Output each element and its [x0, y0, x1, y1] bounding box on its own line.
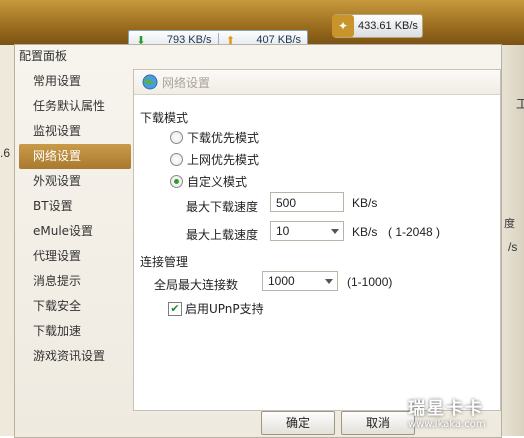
radio-custom[interactable]: 自定义模式	[170, 173, 247, 190]
ok-button[interactable]: 确定	[261, 411, 335, 435]
nav-item-emule[interactable]: eMule设置	[19, 219, 131, 244]
max-upload-range: ( 1-2048 )	[388, 225, 441, 239]
radio-button[interactable]	[170, 131, 183, 144]
radio-label: 自定义模式	[187, 175, 248, 189]
background-text-right-3: /s	[508, 240, 518, 254]
panel-header: 网络设置	[134, 70, 500, 95]
max-download-label: 最大下载速度	[186, 200, 259, 214]
nav-item-general[interactable]: 常用设置	[19, 69, 131, 94]
max-connections-select[interactable]: 1000	[262, 271, 338, 291]
max-upload-value: 10	[276, 224, 290, 238]
watermark-title: 瑞星卡卡	[408, 399, 484, 419]
background-text-left: .6	[0, 146, 11, 160]
radio-label: 下载优先模式	[187, 131, 260, 145]
dialog-title: 配置面板	[19, 49, 68, 63]
total-speed-indicator[interactable]: ✦ 433.61 KB/s	[332, 14, 423, 38]
max-upload-label: 最大上载速度	[186, 228, 259, 242]
nav-item-notifications[interactable]: 消息提示	[19, 269, 131, 294]
nav-item-appearance[interactable]: 外观设置	[19, 169, 131, 194]
radio-button[interactable]	[170, 153, 183, 166]
config-dialog: 配置面板 常用设置 任务默认属性 监视设置 网络设置 外观设置 BT设置 eMu…	[14, 44, 502, 438]
download-mode-title: 下载模式	[140, 111, 189, 125]
watermark-url: www.ikaka.com	[408, 419, 486, 430]
nav-item-proxy[interactable]: 代理设置	[19, 244, 131, 269]
max-upload-select[interactable]: 10	[270, 221, 344, 241]
upnp-option[interactable]: ✔ 启用UPnP支持	[168, 300, 264, 317]
watermark-logo: 瑞星卡卡 www.ikaka.com	[408, 394, 518, 434]
nav-item-game-news[interactable]: 游戏资讯设置	[19, 344, 131, 369]
nav-item-network[interactable]: 网络设置	[19, 144, 131, 169]
panel-title: 网络设置	[162, 75, 211, 90]
app-left-strip	[0, 45, 14, 436]
connection-title: 连接管理	[140, 255, 189, 269]
max-upload-unit: KB/s	[352, 225, 378, 239]
nav-item-monitor[interactable]: 监视设置	[19, 119, 131, 144]
radio-button-selected[interactable]	[170, 175, 183, 188]
chevron-down-icon	[331, 229, 339, 234]
radio-browse-priority[interactable]: 上网优先模式	[170, 151, 259, 168]
settings-nav: 常用设置 任务默认属性 监视设置 网络设置 外观设置 BT设置 eMule设置 …	[19, 69, 131, 369]
radio-label: 上网优先模式	[187, 153, 260, 167]
cancel-button[interactable]: 取消	[341, 411, 415, 435]
max-connections-value: 1000	[268, 274, 295, 288]
max-download-input[interactable]: 500	[270, 192, 344, 212]
upnp-checkbox[interactable]: ✔	[168, 301, 182, 316]
settings-panel: 网络设置 下载模式 下载优先模式 上网优先模式 自定义模式 最大下载速度 500…	[133, 69, 501, 411]
total-speed-value: 433.61 KB/s	[358, 20, 418, 32]
max-download-unit: KB/s	[352, 196, 378, 210]
app-logo-icon: ✦	[332, 15, 354, 37]
radio-download-priority[interactable]: 下载优先模式	[170, 129, 259, 146]
nav-item-bt[interactable]: BT设置	[19, 194, 131, 219]
max-connections-label: 全局最大连接数	[154, 278, 239, 292]
background-text-right-2: 度	[504, 218, 515, 230]
nav-item-download-security[interactable]: 下载安全	[19, 294, 131, 319]
background-text-right-1: 工	[516, 97, 524, 111]
max-connections-range: (1-1000)	[347, 275, 393, 289]
globe-icon	[142, 74, 158, 90]
chevron-down-icon	[325, 279, 333, 284]
upnp-label: 启用UPnP支持	[185, 302, 264, 316]
nav-item-download-acceleration[interactable]: 下载加速	[19, 319, 131, 344]
nav-item-task-defaults[interactable]: 任务默认属性	[19, 94, 131, 119]
